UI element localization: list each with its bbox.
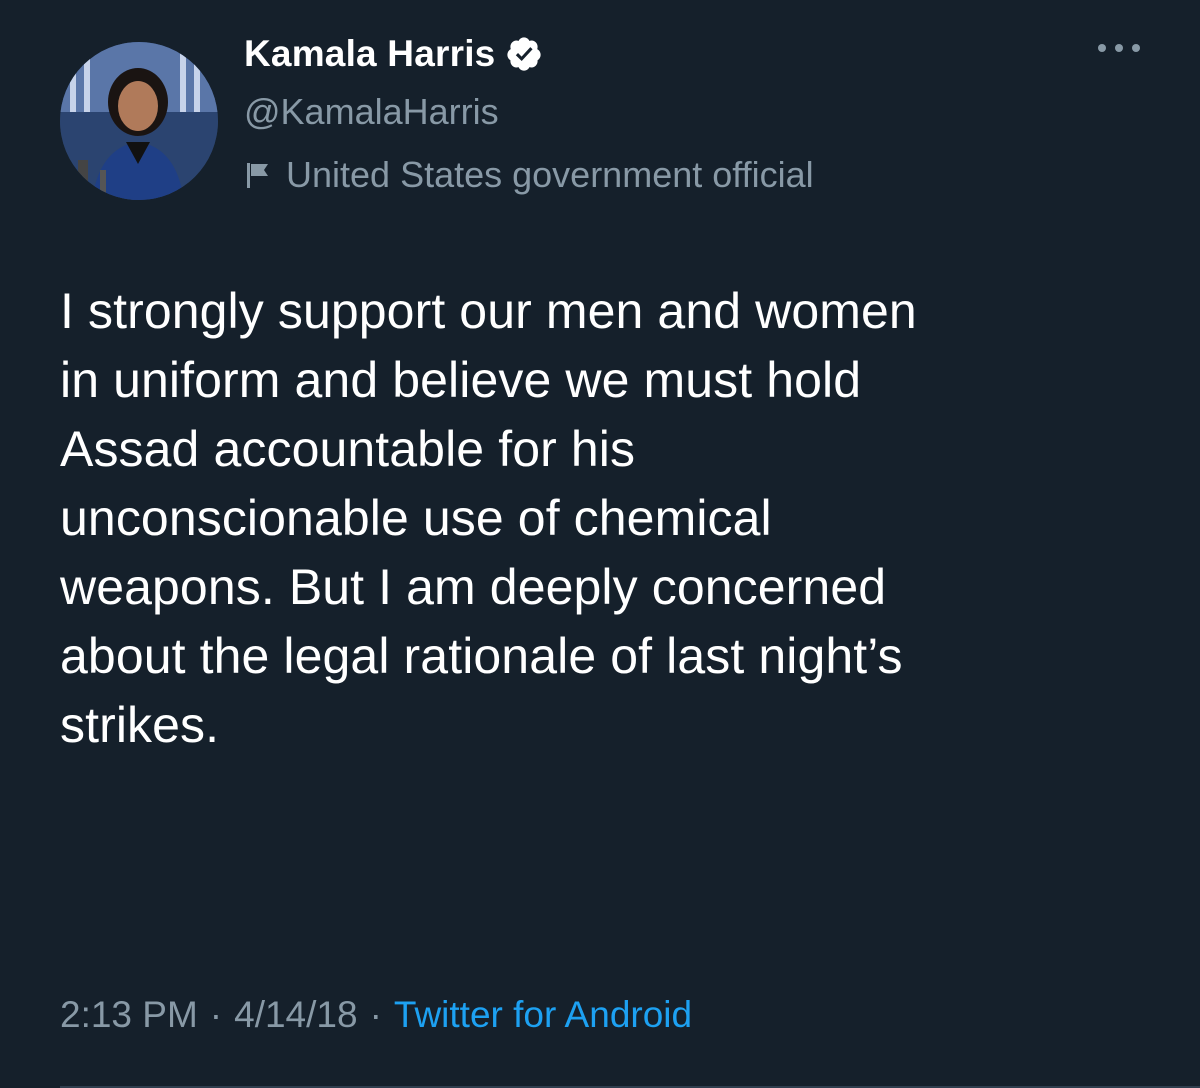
account-label-text: United States government official xyxy=(286,154,814,195)
avatar[interactable] xyxy=(60,42,218,200)
verified-badge-icon xyxy=(505,35,543,73)
tweet-metadata: 2:13 PM · 4/14/18 · Twitter for Android xyxy=(60,987,692,1043)
display-name[interactable]: Kamala Harris xyxy=(244,33,495,75)
more-dot xyxy=(1115,44,1123,52)
author-block: Kamala Harris @KamalaHarris United State… xyxy=(244,26,1080,200)
name-row: Kamala Harris xyxy=(244,26,1080,82)
tweet-text: I strongly support our men and women in … xyxy=(60,283,917,753)
more-dot xyxy=(1132,44,1140,52)
more-dot xyxy=(1098,44,1106,52)
handle[interactable]: @KamalaHarris xyxy=(244,84,1080,140)
avatar-image xyxy=(60,42,218,200)
account-label: United States government official xyxy=(244,150,1080,200)
tweet-card: Kamala Harris @KamalaHarris United State… xyxy=(0,0,1200,1088)
tweet-time[interactable]: 2:13 PM xyxy=(60,994,198,1036)
tweet-source-link[interactable]: Twitter for Android xyxy=(394,994,692,1036)
more-options-icon[interactable] xyxy=(1098,36,1140,60)
flag-icon xyxy=(244,160,274,190)
separator: · xyxy=(369,994,382,1035)
tweet-date[interactable]: 4/14/18 xyxy=(234,994,357,1036)
separator: · xyxy=(209,994,223,1035)
